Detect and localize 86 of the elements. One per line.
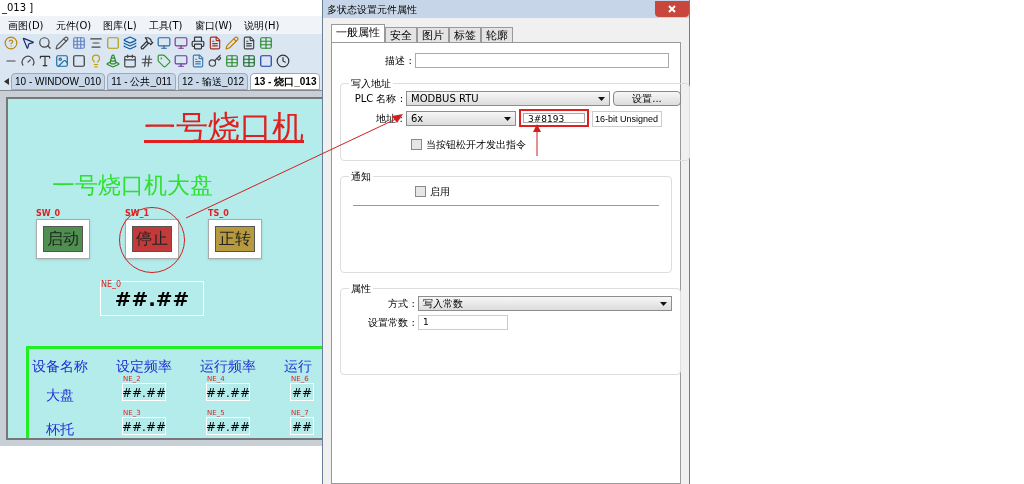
address-type-select[interactable]: 6x xyxy=(406,111,516,126)
close-button[interactable] xyxy=(655,1,689,17)
data-type-readout: 16-bit Unsigned xyxy=(592,111,662,127)
numeric-cell: ##.## xyxy=(206,383,250,401)
checkbox-label: 启用 xyxy=(430,185,450,199)
editor-tab[interactable]: 10 - WINDOW_010 xyxy=(11,73,106,90)
dialog-title: 多状态设置元件属性 xyxy=(327,2,417,17)
dialog-tab[interactable]: 安全 xyxy=(385,27,417,42)
picture-icon[interactable] xyxy=(55,54,69,68)
address-field[interactable]: 3#8193 xyxy=(519,109,589,127)
scroll-left-icon[interactable] xyxy=(4,78,9,85)
checkbox[interactable] xyxy=(411,139,422,150)
hammer-icon[interactable] xyxy=(140,36,154,50)
description-field[interactable] xyxy=(415,53,669,68)
column-header: 运行 xyxy=(284,359,312,373)
meter-icon[interactable] xyxy=(21,54,35,68)
button-tag: TS_0 xyxy=(208,210,229,218)
constant-field[interactable]: 1 xyxy=(418,315,508,330)
group-legend: 写入地址 xyxy=(349,76,393,91)
numeric-cell: ## xyxy=(290,417,314,435)
column-header: 设备名称 xyxy=(32,359,88,373)
checkbox[interactable] xyxy=(415,186,426,197)
field-label: 方式 : xyxy=(387,297,415,311)
menu-item[interactable]: 画图(D) xyxy=(8,17,44,33)
display-tag: NE_0 xyxy=(101,281,122,289)
hmi-button[interactable]: 启动 xyxy=(36,219,90,259)
column-header: 设定频率 xyxy=(116,359,172,373)
key-icon[interactable] xyxy=(208,54,222,68)
pointer-icon[interactable] xyxy=(21,36,35,50)
close-icon xyxy=(668,5,676,13)
frame-icon[interactable] xyxy=(72,54,86,68)
number-icon[interactable] xyxy=(140,54,154,68)
button-tag: SW_0 xyxy=(36,210,61,218)
menu-item[interactable]: 元件(O) xyxy=(55,17,92,33)
pencil-icon[interactable] xyxy=(55,36,69,50)
numeric-cell: ##.## xyxy=(206,417,250,435)
dialog-tab[interactable]: 图片 xyxy=(417,27,449,42)
checkbox-label: 当按钮松开才发出指令 xyxy=(426,138,526,152)
field-label: PLC 名称 : xyxy=(353,92,403,106)
printer-icon[interactable] xyxy=(191,36,205,50)
group-legend: 属性 xyxy=(349,281,373,296)
mode-select[interactable]: 写入常数 xyxy=(418,296,672,311)
settings-button[interactable]: 设置... xyxy=(613,91,681,106)
field-icon[interactable] xyxy=(259,54,273,68)
dialog-tab[interactable]: 标签 xyxy=(449,27,481,42)
numeric-cell: ##.## xyxy=(122,417,166,435)
menu-item[interactable]: 图库(L) xyxy=(103,17,137,33)
dialog-tab[interactable]: 一般属性 xyxy=(331,24,385,42)
dropdown-caret-icon xyxy=(660,301,667,306)
editor-tab[interactable]: 12 - 输送_012 xyxy=(177,73,249,90)
align-icon[interactable] xyxy=(89,36,103,50)
field-label: 描述 : xyxy=(384,54,412,68)
menu-item[interactable]: 说明(H) xyxy=(244,17,280,33)
menu-item[interactable]: 工具(T) xyxy=(148,17,183,33)
window-title: _013 ] xyxy=(0,0,322,16)
row-label: 杯托 xyxy=(46,422,74,436)
hmi-button[interactable]: 正转 xyxy=(208,219,262,259)
numeric-cell: ## xyxy=(290,383,314,401)
dropdown-caret-icon xyxy=(598,96,605,101)
document-icon[interactable] xyxy=(208,36,222,50)
editor-tab[interactable]: 11 - 公共_011 xyxy=(107,73,176,90)
text-icon[interactable] xyxy=(38,54,52,68)
screen-title: 一号烧口机 xyxy=(144,111,304,143)
group-legend: 通知 xyxy=(349,169,373,184)
field-label: 设置常数 : xyxy=(367,316,415,330)
pointer-arrow xyxy=(533,124,541,157)
grid-icon[interactable] xyxy=(72,36,86,50)
column-header: 运行频率 xyxy=(200,359,256,373)
page-icon[interactable] xyxy=(242,36,256,50)
editor-tab[interactable]: 13 - 烧口_013 xyxy=(250,73,321,90)
dialog-tab[interactable]: 轮廓 xyxy=(481,27,513,42)
search-icon[interactable] xyxy=(38,36,52,50)
list-icon[interactable] xyxy=(242,54,256,68)
clock-icon[interactable] xyxy=(276,54,290,68)
layers-icon[interactable] xyxy=(123,36,137,50)
numeric-cell: ##.## xyxy=(122,383,166,401)
calendar-icon[interactable] xyxy=(123,54,137,68)
menu-item[interactable]: 窗口(W) xyxy=(194,17,233,33)
form-icon[interactable] xyxy=(191,54,205,68)
dropdown-caret-icon xyxy=(504,116,511,121)
screen-icon[interactable] xyxy=(174,36,188,50)
row-label: 大盘 xyxy=(46,388,74,402)
screen-subtitle: 一号烧口机大盘 xyxy=(52,174,213,197)
display-icon[interactable] xyxy=(174,54,188,68)
plc-select[interactable]: MODBUS RTU xyxy=(406,91,610,106)
monitor-icon[interactable] xyxy=(157,36,171,50)
